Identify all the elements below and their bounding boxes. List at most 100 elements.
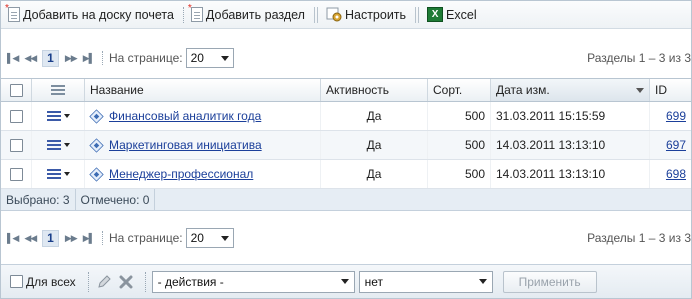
current-page-number[interactable]: 1 [42, 229, 59, 247]
id-link[interactable]: 699 [666, 109, 686, 123]
row-actions-menu-button[interactable] [46, 168, 70, 180]
settings-gear-icon [326, 7, 342, 22]
excel-export-button[interactable]: X Excel [424, 4, 480, 26]
apply-to-all-check[interactable] [10, 275, 23, 288]
apply-to-all-checkbox[interactable]: Для всех [10, 275, 76, 289]
row-actions-menu-button[interactable] [46, 110, 70, 122]
chevron-down-icon [63, 143, 70, 147]
row-checkbox-cell [1, 131, 32, 159]
select-all-checkbox-cell [1, 79, 32, 101]
last-page-icon[interactable]: ▶▌ [83, 233, 95, 244]
per-page-select[interactable]: 20 [185, 228, 234, 248]
new-section-icon: * [188, 4, 203, 22]
per-page-label: На странице: [109, 231, 183, 245]
section-name-link[interactable]: Финансовый аналитик года [109, 109, 261, 123]
row-menu-icon [46, 139, 61, 151]
column-header-sort-label: Сорт. [433, 83, 463, 97]
column-header-sort[interactable]: Сорт. [428, 79, 491, 101]
column-header-id[interactable]: ID [650, 79, 691, 101]
range-info: Разделы 1 – 3 из 3 [587, 51, 691, 65]
date-cell: 14.03.2011 13:13:10 [491, 131, 650, 159]
excel-icon: X [427, 7, 444, 22]
row-checkbox[interactable] [9, 109, 23, 123]
column-header-name[interactable]: Название [85, 79, 321, 101]
column-header-activity-label: Активность [326, 83, 390, 97]
action-separator [87, 271, 89, 292]
pager-top: ▌◀ ◀◀ 1 ▶▶ ▶▌ На странице: 20 Разделы 1 … [1, 45, 691, 71]
pager-separator [102, 51, 103, 65]
column-header-activity[interactable]: Активность [321, 79, 428, 101]
edit-pencil-icon[interactable] [95, 273, 113, 291]
toolbar-separator [313, 6, 318, 23]
activity-cell: Да [321, 102, 428, 130]
chevron-down-icon [220, 55, 229, 61]
chevron-down-icon [478, 279, 487, 284]
row-menu-icon [46, 168, 61, 180]
row-checkbox[interactable] [9, 138, 23, 152]
add-to-board-button[interactable]: * Добавить на доску почета [5, 4, 177, 26]
action-select[interactable]: - действия - [151, 270, 355, 293]
prev-page-icon[interactable]: ◀◀ [24, 53, 37, 64]
first-page-icon[interactable]: ▌◀ [7, 233, 19, 244]
id-link[interactable]: 698 [666, 167, 686, 181]
new-page-icon: * [5, 4, 20, 22]
per-page-value: 20 [190, 51, 204, 65]
date-cell: 14.03.2011 13:13:10 [491, 160, 650, 188]
id-link[interactable]: 697 [666, 138, 686, 152]
chevron-down-icon [63, 114, 70, 118]
pager-bottom: ▌◀ ◀◀ 1 ▶▶ ▶▌ На странице: 20 Разделы 1 … [1, 225, 691, 251]
name-cell: Финансовый аналитик года [85, 102, 321, 130]
checked-count: Отмечено: 0 [76, 188, 156, 211]
table-footer: Выбрано: 3 Отмечено: 0 [1, 188, 691, 211]
toolbar-separator [182, 6, 184, 23]
column-header-date-label: Дата изм. [496, 83, 550, 97]
column-header-id-label: ID [655, 83, 667, 97]
sort-cell: 500 [428, 160, 491, 188]
row-checkbox[interactable] [9, 167, 23, 181]
activity-cell: Да [321, 160, 428, 188]
apply-button[interactable]: Применить [502, 270, 597, 293]
add-section-label: Добавить раздел [205, 7, 305, 22]
row-checkbox-cell [1, 102, 32, 130]
chevron-down-icon [220, 235, 229, 241]
column-header-date[interactable]: Дата изм. [491, 79, 650, 101]
target-select-value: нет [364, 274, 384, 289]
sections-table: Название Активность Сорт. Дата изм. ID Ф… [1, 78, 691, 211]
action-separator [144, 271, 146, 292]
column-header-name-label: Название [90, 83, 144, 97]
section-name-link[interactable]: Маркетинговая инициатива [109, 138, 262, 152]
per-page-label: На странице: [109, 51, 183, 65]
next-page-icon[interactable]: ▶▶ [65, 233, 78, 244]
group-actions-bar: Для всех - действия - нет Применить [1, 264, 691, 298]
first-page-icon[interactable]: ▌◀ [7, 53, 19, 64]
sort-desc-icon [636, 87, 644, 93]
table-row[interactable]: Маркетинговая инициатива Да 500 14.03.20… [1, 131, 691, 160]
row-menu-icon [46, 110, 61, 122]
pager-separator [102, 231, 103, 245]
table-row[interactable]: Менеджер-профессионал Да 500 14.03.2011 … [1, 160, 691, 189]
sort-cell: 500 [428, 131, 491, 159]
row-actions-menu-button[interactable] [46, 139, 70, 151]
columns-menu-header[interactable] [32, 79, 85, 101]
id-cell: 699 [650, 102, 691, 130]
target-select[interactable]: нет [358, 270, 493, 293]
current-page-number[interactable]: 1 [42, 49, 59, 67]
add-to-board-label: Добавить на доску почета [23, 7, 174, 22]
activity-cell: Да [321, 131, 428, 159]
chevron-down-icon [340, 279, 349, 284]
add-section-button[interactable]: * Добавить раздел [188, 4, 308, 26]
last-page-icon[interactable]: ▶▌ [83, 53, 95, 64]
top-toolbar: * Добавить на доску почета * Добавить ра… [1, 1, 691, 29]
id-cell: 697 [650, 131, 691, 159]
table-row[interactable]: Финансовый аналитик года Да 500 31.03.20… [1, 102, 691, 131]
next-page-icon[interactable]: ▶▶ [65, 53, 78, 64]
delete-icon[interactable] [117, 273, 135, 291]
settings-button[interactable]: Настроить [323, 4, 409, 26]
section-name-link[interactable]: Менеджер-профессионал [109, 167, 253, 181]
name-cell: Менеджер-профессионал [85, 160, 321, 188]
select-all-checkbox[interactable] [9, 83, 23, 97]
action-select-value: - действия - [157, 274, 224, 289]
prev-page-icon[interactable]: ◀◀ [24, 233, 37, 244]
selected-count: Выбрано: 3 [1, 188, 76, 211]
per-page-select[interactable]: 20 [185, 48, 234, 68]
